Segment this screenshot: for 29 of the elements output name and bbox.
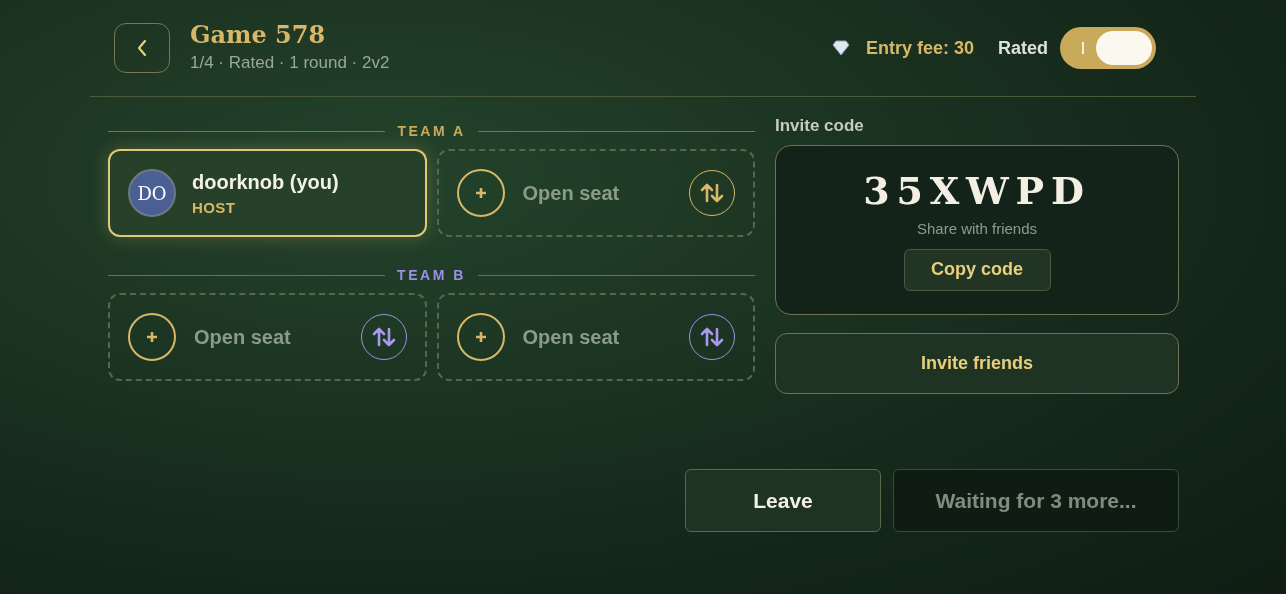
add-icon bbox=[456, 169, 505, 217]
team-label: TEAM B bbox=[397, 265, 466, 285]
team-label: TEAM A bbox=[397, 121, 466, 141]
back-icon bbox=[136, 39, 148, 57]
leave-button[interactable]: Leave bbox=[685, 469, 881, 532]
open-seat[interactable]: Open seat bbox=[108, 293, 427, 381]
add-icon bbox=[128, 313, 176, 361]
share-hint: Share with friends bbox=[916, 219, 1038, 239]
open-seat-label: Open seat bbox=[522, 181, 621, 206]
open-seat-label: Open seat bbox=[522, 325, 621, 350]
entry-fee: Entry fee: 30 bbox=[865, 36, 974, 60]
open-seat[interactable]: Open seat bbox=[436, 293, 755, 381]
invite-code: 35XWPD bbox=[863, 168, 1091, 214]
invite-friends-button[interactable]: Invite friends bbox=[775, 333, 1179, 394]
copy-code-button[interactable]: Copy code bbox=[903, 248, 1051, 291]
player-role: HOST bbox=[192, 197, 237, 218]
player-seat[interactable]: DO doorknob (you) HOST bbox=[108, 149, 427, 237]
player-name: doorknob (you) bbox=[192, 169, 339, 195]
rated-label: Rated bbox=[998, 36, 1048, 60]
diamond-icon bbox=[831, 40, 850, 56]
invite-heading: Invite code bbox=[775, 115, 865, 135]
game-title: Game 578 bbox=[190, 20, 327, 51]
avatar: DO bbox=[128, 169, 176, 217]
open-seat-label: Open seat bbox=[194, 325, 292, 350]
back-button[interactable] bbox=[114, 23, 170, 73]
game-subtitle: 1/4 · Rated · 1 round · 2v2 bbox=[190, 52, 390, 75]
open-seat[interactable]: Open seat bbox=[436, 149, 755, 237]
add-icon bbox=[456, 313, 505, 361]
rated-toggle[interactable] bbox=[1060, 27, 1156, 69]
